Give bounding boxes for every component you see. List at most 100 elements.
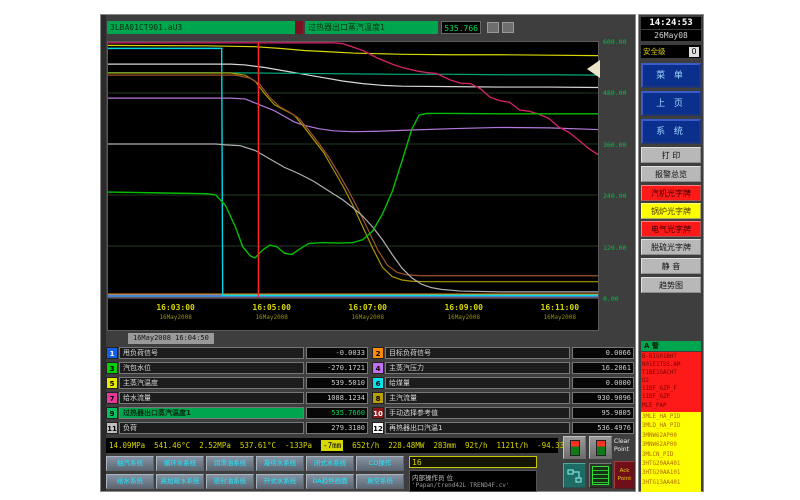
time-tick: 16:11:0016May2008 [541,303,580,321]
nav-button[interactable]: 开式水系统 [256,474,304,489]
trend-series-pen8-main-steam-flow [108,73,598,282]
legend-row[interactable]: 8主汽流量930.9096 [372,391,634,404]
legend-row[interactable]: 12再热器出口汽温1536.4976 [372,421,634,434]
nav-button[interactable]: 循环水系统 [156,456,204,471]
ack-point-button[interactable]: Ack Point [614,461,635,489]
alarm-item[interactable]: 3HTG13AA401 [642,479,700,488]
alarm-item[interactable]: 3MNW62AP00 [642,432,700,441]
nav-button[interactable]: 真空系统 [356,474,404,489]
tick-date-label: 16May2008 [156,314,195,321]
alarm-item[interactable]: 3HTG20AA401 [642,460,700,469]
sidebar-button-9[interactable]: 脱硫光字牌 [641,239,701,255]
status-value: -7mm [321,440,343,451]
nav-button[interactable]: 润滑油系统 [206,456,254,471]
alarm-item[interactable]: 3MNW62AP00 [642,441,700,450]
alarm-item[interactable]: T1BE1GACHT [642,369,700,377]
clear-point-label: Clear Point [614,438,638,454]
alarm-item[interactable]: 3HTG20AA101 [642,469,700,478]
legend-pen-value: -0.0033 [306,347,368,359]
status-value: 541.46°C [154,441,190,450]
diagram-link-button[interactable] [563,463,586,488]
value-scale: 600.00480.00360.00240.00120.000.00 [600,41,633,305]
tick-time-label: 16:05:00 [252,303,291,312]
alarm-item[interactable]: 3MLCN_PID [642,451,700,460]
legend-row[interactable]: 1甩负荷信号-0.0033 [106,346,368,359]
scale-label: 120.00 [603,244,626,252]
trend-window: 3LBA01CT901.aU3 过热器出口蒸汽温度1 535.766 600.0… [100,14,636,492]
sidebar-button-1[interactable]: 菜 单 [641,63,701,88]
legend-row[interactable]: 4主蒸汽压力16.2061 [372,361,634,374]
legend-row[interactable]: 5主蒸汽温度539.5010 [106,376,368,389]
security-label: 安全级 [643,46,666,57]
legend-pen-chip: 1 [106,347,118,359]
trend-series-pen6-coal-feed [108,48,598,295]
trend-series-pen11-load [108,144,598,292]
legend-row[interactable]: 6给煤量0.0000 [372,376,634,389]
sidebar-button-3[interactable]: 系 统 [641,119,701,144]
tick-date-label: 16May2008 [348,314,387,321]
nav-button[interactable]: CO操作 [356,456,404,471]
nav-button[interactable]: 凝结水系统 [256,456,304,471]
nav-button[interactable]: 抽汽系统 [106,456,154,471]
alarm-item[interactable]: N01E1TSS.AM [642,361,700,369]
nav-button[interactable]: 密封油系统 [206,474,254,489]
point-button-2[interactable] [589,436,612,459]
sidebar-button-5[interactable]: 报警总览 [641,166,701,182]
pen-legend: 16May2008 16:04:50 1甩负荷信号-0.00332目标负荷信号0… [106,333,634,437]
alarm-item[interactable]: O2 [642,377,700,385]
header-tool-button-2[interactable] [502,22,514,33]
sidebar-button-11[interactable]: 趋势图 [641,277,701,293]
legend-row[interactable]: 3汽包水位-270.1721 [106,361,368,374]
selected-pen-value: 535.766 [441,21,481,34]
header-tool-button-1[interactable] [487,22,499,33]
sidebar-button-7[interactable]: 锅炉光字牌 [641,203,701,219]
legend-pen-chip: 9 [106,407,118,419]
nav-button[interactable]: 高加疏水系统 [156,474,204,489]
sidebar-button-10[interactable]: 静 音 [641,258,701,274]
scale-label: 0.00 [603,295,619,303]
legend-pen-label: 甩负荷信号 [119,347,304,359]
alarm-item[interactable]: 1IDF_GZP_F [642,385,700,393]
legend-pen-value: 0.0066 [572,347,634,359]
nav-button[interactable]: 闭式水系统 [306,456,354,471]
status-value: 2.52MPa [199,441,231,450]
tick-date-label: 16May2008 [252,314,291,321]
trend-series-pen7-feedwater-flow [108,43,598,155]
sidebar-button-2[interactable]: 上 页 [641,91,701,116]
scale-marker[interactable] [587,60,600,78]
alarm-item[interactable]: 1IDF_GZP [642,393,700,401]
sidebar-button-6[interactable]: 汽机光字牌 [641,185,701,201]
sidebar-button-4[interactable]: 打 印 [641,147,701,163]
legend-pen-label: 再热器出口汽温1 [385,422,570,434]
legend-row[interactable]: 11负荷279.3180 [106,421,368,434]
nav-button[interactable]: 给水系统 [106,474,154,489]
status-value: 92t/h [465,441,488,450]
time-tick: 16:05:00 16May2008 [252,303,291,321]
legend-row[interactable]: 2目标负荷信号0.0066 [372,346,634,359]
command-input[interactable] [409,456,537,468]
sidebar: 14:24:53 26May08 安全级 0 菜 单上 页系 统打 印报警总览汽… [638,14,704,492]
selected-pen-label[interactable]: 过热器出口蒸汽温度1 [305,21,438,34]
legend-row[interactable]: 9过热器出口蒸汽温度1535.7660 [106,406,368,419]
system-message-line1: 内部操作员 位 [412,472,534,482]
alarm-list-yellow: 3MLE_HA_PID3MLD_HA_PID3MNW62AP003MNW62AP… [641,412,701,492]
time-tick: 16:03:0016May2008 [156,303,195,321]
legend-row[interactable]: 7给水流量1088.1234 [106,391,368,404]
selected-tag-field[interactable]: 3LBA01CT901.aU3 [107,21,296,34]
trend-grid-button[interactable] [589,463,612,488]
alarm-item[interactable]: 3MLD_HA_PID [642,422,700,431]
legend-grid: 1甩负荷信号-0.0033 2目标负荷信号0.0066 3汽包水位-270.1721… [106,346,634,434]
alarm-item[interactable]: MLE_PAP [642,402,700,410]
alarm-item[interactable]: 3MLE_HA_PID [642,413,700,422]
legend-pen-label: 主汽流量 [385,392,570,404]
sidebar-button-8[interactable]: 电气光字牌 [641,221,701,237]
legend-row[interactable]: 10手动选择参考值95.9805 [372,406,634,419]
trend-plot[interactable] [107,41,599,298]
point-button-1[interactable] [563,436,586,459]
legend-pen-value: 1088.1234 [306,392,368,404]
header-separator-box [295,21,303,34]
nav-button[interactable]: DA趋势画面 [306,474,354,489]
alarm-item[interactable]: B-BIG01BHT [642,353,700,361]
status-value: 1121t/h [497,441,529,450]
time-tick: 16:09:0016May2008 [444,303,483,321]
